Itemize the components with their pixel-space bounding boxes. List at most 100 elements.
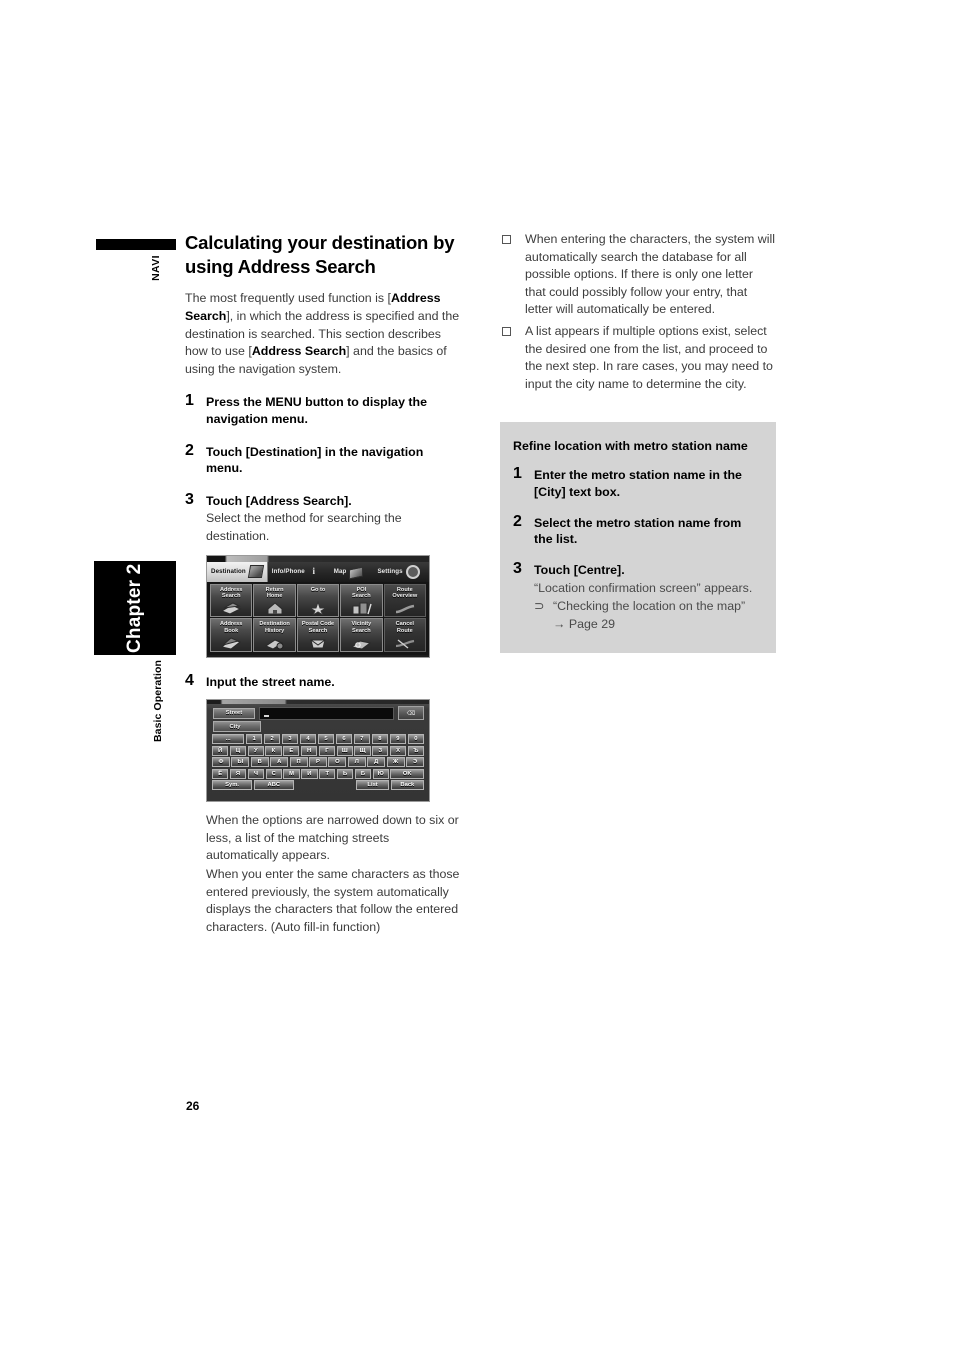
- key-Э[interactable]: Э: [406, 757, 424, 768]
- tab-settings-label: Settings: [377, 568, 403, 576]
- key-2[interactable]: 2: [263, 734, 281, 745]
- key-5[interactable]: 5: [317, 734, 335, 745]
- tab-settings[interactable]: Settings: [373, 562, 423, 582]
- key-Х[interactable]: Х: [389, 745, 407, 756]
- street-tab[interactable]: Street: [213, 707, 255, 719]
- key-...[interactable]: ...: [212, 734, 245, 745]
- nav-button-poi-search-label: POI Search: [352, 586, 371, 600]
- nav-button-address-search-label: Address Search: [220, 586, 243, 600]
- key-С[interactable]: С: [265, 768, 282, 779]
- nav-button-route-overview[interactable]: Route Overview: [383, 583, 426, 618]
- keyboard-row-3: Ё Я Ч С М И Т Ь Б Ю OK: [212, 768, 424, 779]
- key-Ш[interactable]: Ш: [336, 745, 353, 756]
- cancel-route-icon: [395, 639, 414, 649]
- key-Б[interactable]: Б: [354, 768, 372, 779]
- key-Ф[interactable]: Ф: [212, 757, 230, 768]
- callout-step-3-number: 3: [513, 559, 522, 577]
- back-key[interactable]: Back: [390, 780, 424, 791]
- nav-button-postal-code-search[interactable]: Postal Code Search: [296, 618, 340, 652]
- nav-button-address-book[interactable]: Address Book: [210, 618, 253, 652]
- callout-title: Refine location with metro station name: [513, 439, 748, 454]
- reference-arrow-icon: ⊃: [534, 599, 545, 614]
- nav-button-poi-search[interactable]: POI Search: [340, 583, 383, 618]
- key-Р[interactable]: Р: [309, 757, 327, 768]
- tab-map[interactable]: Map: [330, 562, 368, 582]
- address-search-icon: [221, 602, 242, 615]
- key-Ё[interactable]: Ё: [212, 768, 229, 779]
- nav-button-destination-history-label: Destination History: [259, 621, 290, 634]
- key-П[interactable]: П: [289, 757, 308, 768]
- key-Ч[interactable]: Ч: [247, 768, 265, 779]
- tab-destination[interactable]: Destination: [207, 561, 268, 582]
- nav-button-return-home-label: Return Home: [265, 586, 284, 600]
- key-8[interactable]: 8: [371, 734, 389, 745]
- key-Щ[interactable]: Щ: [354, 745, 371, 756]
- nav-button-cancel-route[interactable]: Cancel Route: [383, 618, 426, 652]
- key-М[interactable]: М: [283, 768, 300, 779]
- key-В[interactable]: В: [250, 757, 269, 768]
- nav-button-go-to-label: Go to: [310, 586, 326, 593]
- key-0[interactable]: 0: [407, 734, 425, 745]
- backspace-icon[interactable]: ⌫: [398, 706, 424, 721]
- intro-bold-2: Address Search: [251, 344, 347, 359]
- step-3-description: Select the method for searching the dest…: [206, 511, 402, 544]
- history-icon: [264, 639, 284, 650]
- nav-button-postal-code-search-label: Postal Code Search: [301, 621, 335, 634]
- keyboard-note-2: When you enter the same characters as th…: [206, 867, 460, 934]
- keyboard-row-2: ФЫВАПРОЛДЖЭ: [212, 757, 424, 768]
- step-4-title: Input the street name.: [206, 674, 335, 689]
- key-К[interactable]: К: [265, 745, 282, 756]
- step-2: 2 Touch [Destination] in the navigation …: [185, 442, 461, 477]
- key-7[interactable]: 7: [353, 734, 371, 745]
- key-Е[interactable]: Е: [283, 745, 300, 756]
- callout-step-3-description: “Location confirmation screen” appears.: [534, 580, 753, 595]
- street-field-row: Street ⌫: [207, 704, 429, 721]
- cross-reference[interactable]: ⊃ “Checking the location on the map” → P…: [534, 598, 756, 633]
- key-Н[interactable]: Н: [300, 745, 318, 756]
- street-input[interactable]: [259, 706, 394, 720]
- key-Г[interactable]: Г: [318, 745, 336, 756]
- key-Т[interactable]: Т: [319, 768, 336, 779]
- city-tab[interactable]: City: [213, 721, 261, 733]
- key-4[interactable]: 4: [299, 734, 317, 745]
- nav-button-address-search[interactable]: Address Search: [210, 583, 253, 618]
- nav-button-vicinity-search[interactable]: Vicinity Search: [340, 618, 383, 652]
- key-У[interactable]: У: [247, 745, 264, 756]
- keyboard-row-numbers: ... 1 2 3 4 5 6 7 8 9 0: [212, 734, 425, 745]
- key-1[interactable]: 1: [245, 734, 263, 745]
- key-9[interactable]: 9: [389, 734, 407, 745]
- abc-key[interactable]: ABC: [253, 780, 294, 791]
- navigation-menu-screenshot: Destination Info/Phone i Map Settings Ad…: [206, 554, 430, 658]
- list-key[interactable]: List: [355, 780, 390, 791]
- note-text: When entering the characters, the system…: [525, 232, 775, 317]
- nav-button-destination-history[interactable]: Destination History: [253, 618, 296, 652]
- key-А[interactable]: А: [270, 757, 289, 768]
- nav-menu-grid: Address Search Return Home Go to POI Sea…: [207, 581, 429, 655]
- poi-icon: [352, 602, 373, 615]
- key-Ж[interactable]: Ж: [386, 757, 405, 768]
- page-number: 26: [186, 1099, 200, 1113]
- note-text: A list appears if multiple options exist…: [525, 324, 773, 391]
- ok-key[interactable]: OK: [390, 768, 424, 779]
- key-Л[interactable]: Л: [347, 757, 366, 768]
- key-Д[interactable]: Д: [367, 757, 386, 768]
- nav-button-return-home[interactable]: Return Home: [253, 583, 296, 618]
- key-И[interactable]: И: [301, 768, 318, 779]
- key-Ц[interactable]: Ц: [229, 745, 247, 756]
- sym-key[interactable]: Sym.: [212, 780, 253, 791]
- callout-step-3: 3 Touch [Centre]. “Location confirmation…: [513, 559, 756, 633]
- key-Й[interactable]: Й: [212, 745, 229, 756]
- tab-info-phone[interactable]: Info/Phone i: [268, 562, 324, 582]
- key-Ы[interactable]: Ы: [231, 757, 250, 768]
- key-6[interactable]: 6: [335, 734, 353, 745]
- chapter-tab: Chapter 2: [94, 561, 176, 655]
- key-Ь[interactable]: Ь: [336, 768, 354, 779]
- key-Ю[interactable]: Ю: [372, 768, 389, 779]
- key-Ъ[interactable]: Ъ: [407, 745, 425, 756]
- key-Я[interactable]: Я: [229, 768, 247, 779]
- key-О[interactable]: О: [328, 757, 347, 768]
- key-3[interactable]: 3: [281, 734, 299, 745]
- step-1: 1 Press the MENU button to display the n…: [185, 392, 461, 427]
- key-З[interactable]: З: [372, 745, 389, 756]
- nav-button-go-to[interactable]: Go to: [296, 583, 340, 618]
